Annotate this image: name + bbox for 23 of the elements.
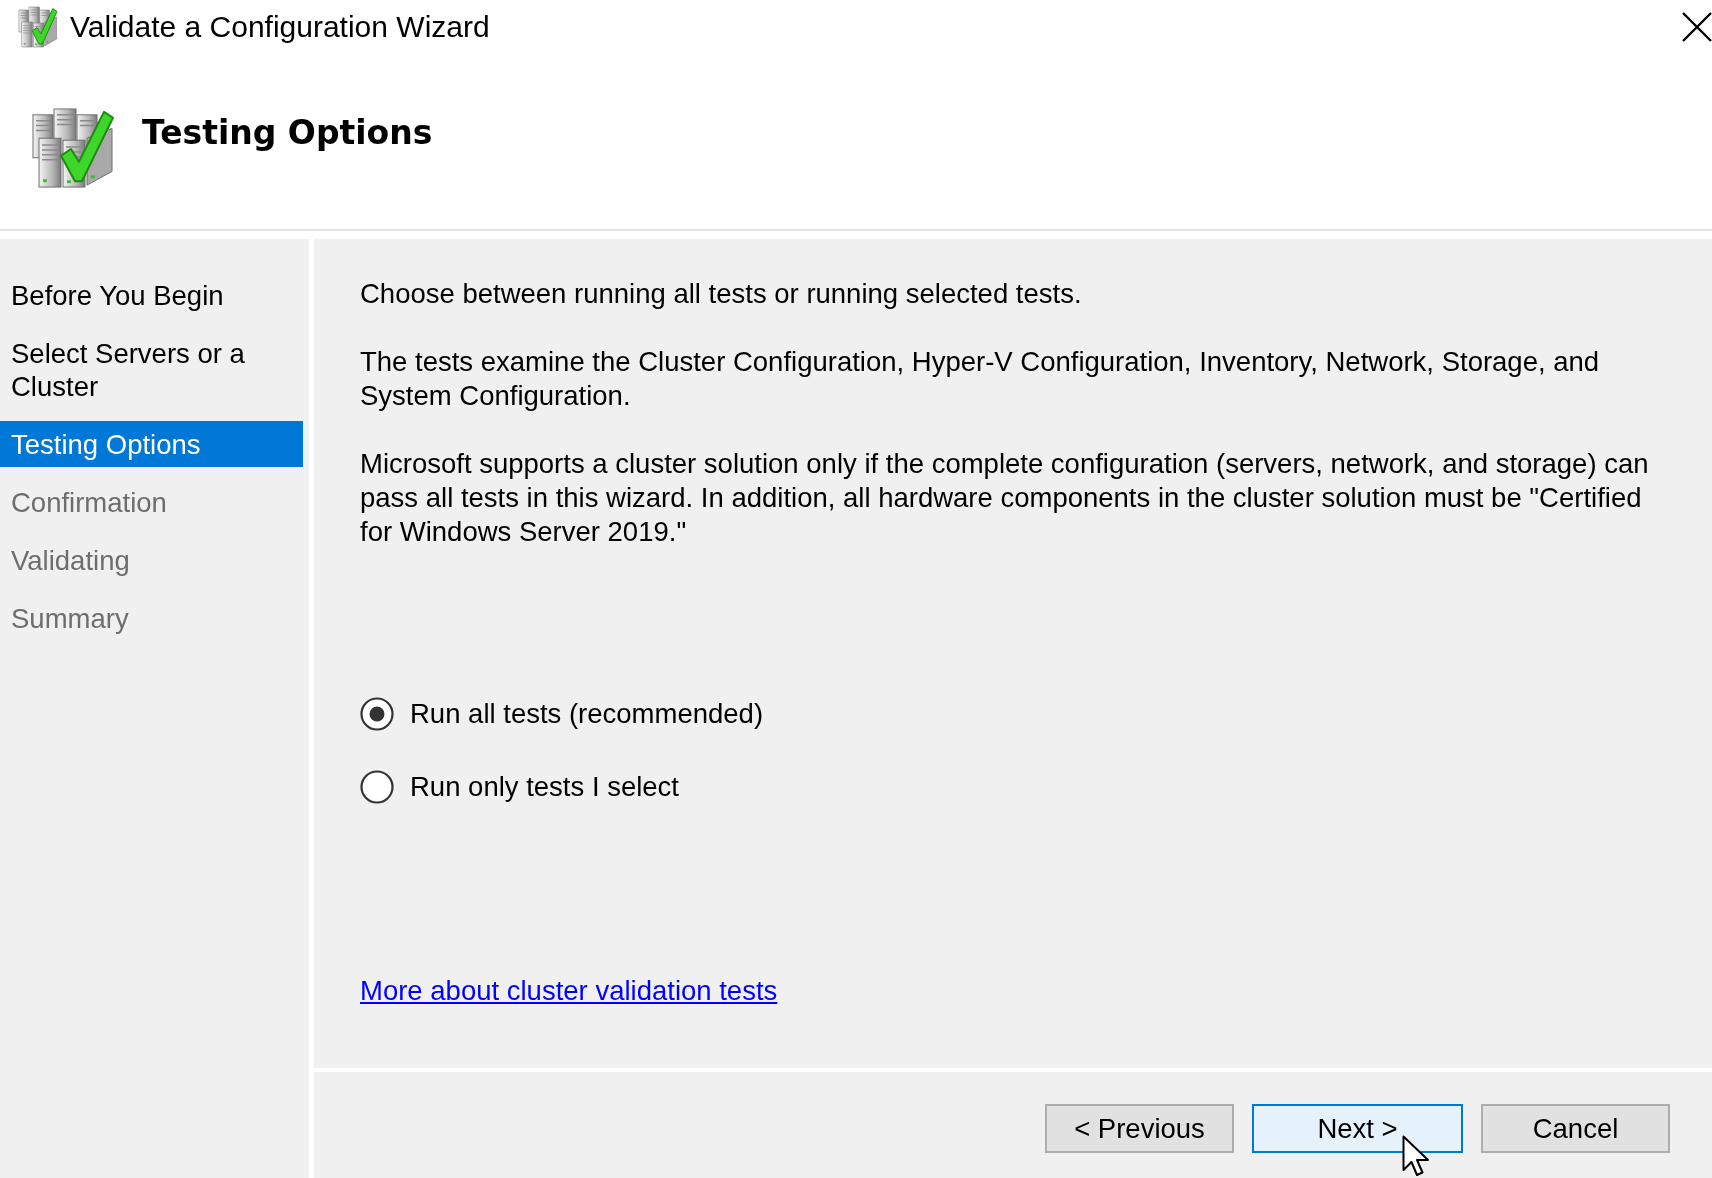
wizard-button[interactable]: Next > (1252, 1104, 1463, 1153)
description-text: The tests examine the Cluster Configuration, Hyper-V Configuration, Inventory, Network, Storage, and System Configuration. (360, 345, 1601, 413)
radio-option[interactable]: Run only tests I select (360, 767, 679, 807)
close-icon[interactable] (1682, 12, 1712, 42)
wizard-button[interactable]: < Previous (1045, 1104, 1234, 1153)
page-heading: Testing Options (142, 113, 433, 153)
help-link[interactable]: More about cluster validation tests (360, 974, 778, 1008)
radio-icon[interactable] (360, 770, 394, 804)
window-title: Validate a Configuration Wizard (70, 10, 490, 44)
wizard-step: Select Servers or a Cluster (0, 330, 303, 409)
wizard-step: Confirmation (0, 479, 303, 525)
radio-option[interactable]: Run all tests (recommended) (360, 694, 764, 734)
radio-icon[interactable] (360, 697, 394, 731)
server-checkmark-icon (31, 107, 115, 189)
wizard-button[interactable]: Cancel (1481, 1104, 1670, 1153)
server-checkmark-icon (18, 6, 58, 48)
description-text: Microsoft supports a cluster solution only if the complete configuration (servers, network, and storage) can pass all tests in this wizard. In addition, all hardware components in the cluster solution must be "Certified for Windows Server 2019." (360, 447, 1650, 549)
mouse-pointer-icon (1402, 1135, 1430, 1178)
wizard-step: Validating (0, 537, 303, 583)
wizard-step: Before You Begin (0, 272, 303, 318)
wizard-step: Summary (0, 595, 303, 641)
wizard-step: Testing Options (0, 421, 303, 467)
description-text: Choose between running all tests or running selected tests. (360, 277, 1083, 311)
